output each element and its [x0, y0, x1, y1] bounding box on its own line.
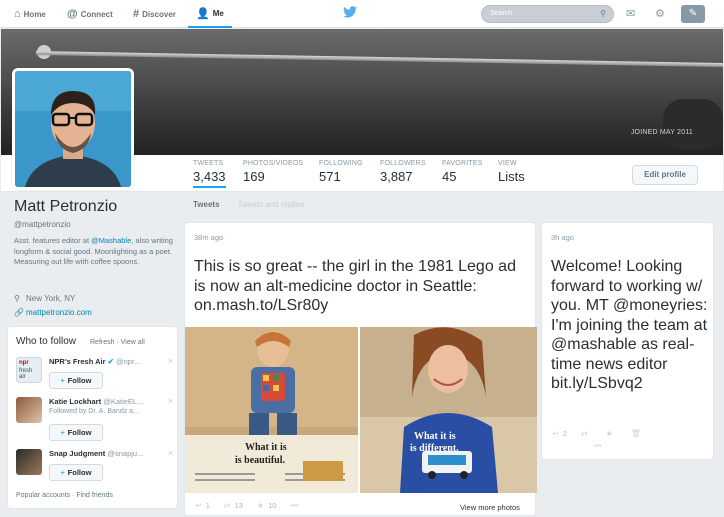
- profile-name: Matt Petronzio: [14, 198, 118, 215]
- compose-icon: ✎: [688, 8, 698, 19]
- stat-following[interactable]: FOLLOWING 571: [319, 160, 363, 184]
- tweet-time[interactable]: 3h ago: [551, 233, 574, 242]
- stat-photos[interactable]: PHOTOS/VIDEOS 169: [243, 160, 303, 184]
- nav-home[interactable]: ⌂ Home: [14, 0, 46, 28]
- verified-badge-icon: ✔: [107, 357, 114, 366]
- top-nav: ⌂ Home @ Connect # Discover 👤 Me Search …: [0, 0, 724, 28]
- popular-accounts-link[interactable]: Popular accounts: [16, 492, 70, 499]
- view-more-photos-link[interactable]: View more photos: [460, 503, 520, 512]
- gear-icon[interactable]: ⚙: [655, 7, 665, 20]
- delete-button[interactable]: 🗑: [631, 429, 645, 438]
- find-friends-link[interactable]: Find friends: [76, 492, 113, 499]
- who-to-follow-panel: Who to follow Refresh · View all npr fre…: [7, 326, 178, 509]
- follow-person-icon: +: [60, 378, 65, 385]
- follow-button[interactable]: + Follow: [49, 372, 103, 389]
- nav-discover[interactable]: # Discover: [133, 0, 176, 28]
- suggestion-avatar[interactable]: [16, 449, 42, 475]
- stat-tweets[interactable]: TWEETS 3,433: [193, 160, 226, 188]
- tweet-card[interactable]: 3h ago Welcome! Looking forward to worki…: [541, 222, 714, 460]
- reply-icon: ↩: [552, 429, 559, 438]
- nav-connect-label: Connect: [80, 9, 113, 19]
- profile-location: ⚲ New York, NY: [14, 294, 76, 303]
- at-icon: @: [67, 8, 78, 20]
- suggestion-name[interactable]: Katie Lockhart: [49, 397, 101, 406]
- retweet-button[interactable]: ⇄ 13: [224, 501, 243, 510]
- favorite-button[interactable]: ★: [606, 429, 617, 438]
- twitter-bird-icon[interactable]: [343, 6, 357, 21]
- svg-text:is beautiful.: is beautiful.: [235, 455, 286, 466]
- tweet-actions: ↩ 1 ⇄ 13 ★ 10 •••: [195, 501, 317, 510]
- more-icon: •••: [290, 501, 299, 510]
- tab-tweets-and-replies[interactable]: Tweets and replies: [238, 200, 305, 209]
- svg-text:What it is: What it is: [414, 431, 456, 442]
- stat-lists[interactable]: VIEW Lists: [498, 160, 525, 184]
- reply-icon: ↩: [195, 501, 202, 510]
- profile-website[interactable]: 🔗 mattpetronzio.com: [14, 308, 92, 317]
- retweet-button[interactable]: ⇄: [581, 429, 592, 438]
- svg-text:What it is: What it is: [245, 442, 287, 453]
- suggestion-followed-by: Followed by Dr. A. Bandz a...: [49, 408, 139, 415]
- dismiss-icon[interactable]: ✕: [167, 397, 174, 406]
- search-placeholder: Search: [490, 10, 513, 17]
- star-icon: ★: [256, 501, 265, 510]
- reply-button[interactable]: ↩ 2: [552, 429, 567, 438]
- link-icon: 🔗: [14, 308, 24, 317]
- nav-connect[interactable]: @ Connect: [67, 0, 113, 28]
- view-all-link[interactable]: View all: [121, 339, 145, 346]
- tweet-time[interactable]: 38m ago: [194, 233, 223, 242]
- retweet-icon: ⇄: [223, 501, 231, 510]
- suggestion-name[interactable]: NPR's Fresh Air: [49, 357, 106, 366]
- tab-tweets[interactable]: Tweets: [193, 200, 220, 209]
- search-input[interactable]: Search ⚲: [481, 5, 614, 23]
- profile-handle[interactable]: @mattpetronzio: [14, 220, 71, 229]
- messages-icon[interactable]: ✉: [626, 7, 635, 20]
- tweet-card[interactable]: 38m ago This is so great -- the girl in …: [184, 222, 537, 516]
- svg-text:is different.: is different.: [410, 443, 459, 454]
- nav-home-label: Home: [23, 9, 46, 19]
- dismiss-icon[interactable]: ✕: [167, 357, 174, 366]
- suggestion-name[interactable]: Snap Judgment: [49, 449, 105, 458]
- tweet-text: This is so great -- the girl in the 1981…: [194, 258, 516, 314]
- tweet-photo[interactable]: What it is is different.: [360, 327, 537, 493]
- who-to-follow-title: Who to follow: [16, 336, 77, 347]
- follow-person-icon: +: [60, 430, 65, 437]
- more-button[interactable]: •••: [290, 501, 302, 510]
- retweet-icon: ⇄: [580, 429, 588, 438]
- nav-discover-label: Discover: [142, 9, 176, 19]
- tweet-actions: ↩ 2 ⇄ ★ 🗑: [552, 429, 659, 438]
- nav-me[interactable]: 👤 Me: [188, 0, 232, 28]
- avatar[interactable]: [12, 68, 134, 190]
- stat-favorites[interactable]: FAVORITES 45: [442, 160, 483, 184]
- compose-tweet-button[interactable]: ✎: [681, 5, 705, 23]
- more-icon[interactable]: •••: [594, 443, 601, 450]
- tweet-photo[interactable]: What it is is beautiful.: [185, 327, 358, 493]
- refresh-link[interactable]: Refresh: [90, 339, 115, 346]
- hash-icon: #: [133, 8, 140, 20]
- edit-profile-button[interactable]: Edit profile: [632, 165, 698, 185]
- star-icon: ★: [605, 429, 613, 438]
- person-icon: 👤: [196, 7, 210, 20]
- suggestion-avatar[interactable]: [16, 397, 42, 423]
- nav-me-label: Me: [212, 8, 224, 18]
- location-pin-icon: ⚲: [14, 294, 20, 303]
- suggestion-avatar[interactable]: npr fresh air: [16, 357, 42, 383]
- timeline-tabs: Tweets Tweets and replies: [193, 200, 304, 209]
- tweet-text: Welcome! Looking forward to working w/ y…: [551, 258, 708, 392]
- stat-followers[interactable]: FOLLOWERS 3,887: [380, 160, 426, 184]
- home-icon: ⌂: [14, 8, 21, 20]
- follow-person-icon: +: [60, 470, 65, 477]
- trash-icon: 🗑: [630, 429, 641, 438]
- tweet-link[interactable]: on.mash.to/LSr80y: [194, 297, 328, 314]
- bio-mention-link[interactable]: @Mashable: [91, 236, 131, 245]
- search-icon[interactable]: ⚲: [600, 9, 606, 18]
- follow-button[interactable]: + Follow: [49, 464, 103, 481]
- reply-button[interactable]: ↩ 1: [195, 501, 210, 510]
- joined-date: JOINED MAY 2011: [630, 129, 693, 136]
- profile-bio: Asst. features editor at @Mashable, also…: [14, 236, 173, 266]
- tweet-link[interactable]: bit.ly/LSbvq2: [551, 375, 643, 392]
- favorite-button[interactable]: ★ 10: [257, 501, 277, 510]
- follow-button[interactable]: + Follow: [49, 424, 103, 441]
- dismiss-icon[interactable]: ✕: [167, 449, 174, 458]
